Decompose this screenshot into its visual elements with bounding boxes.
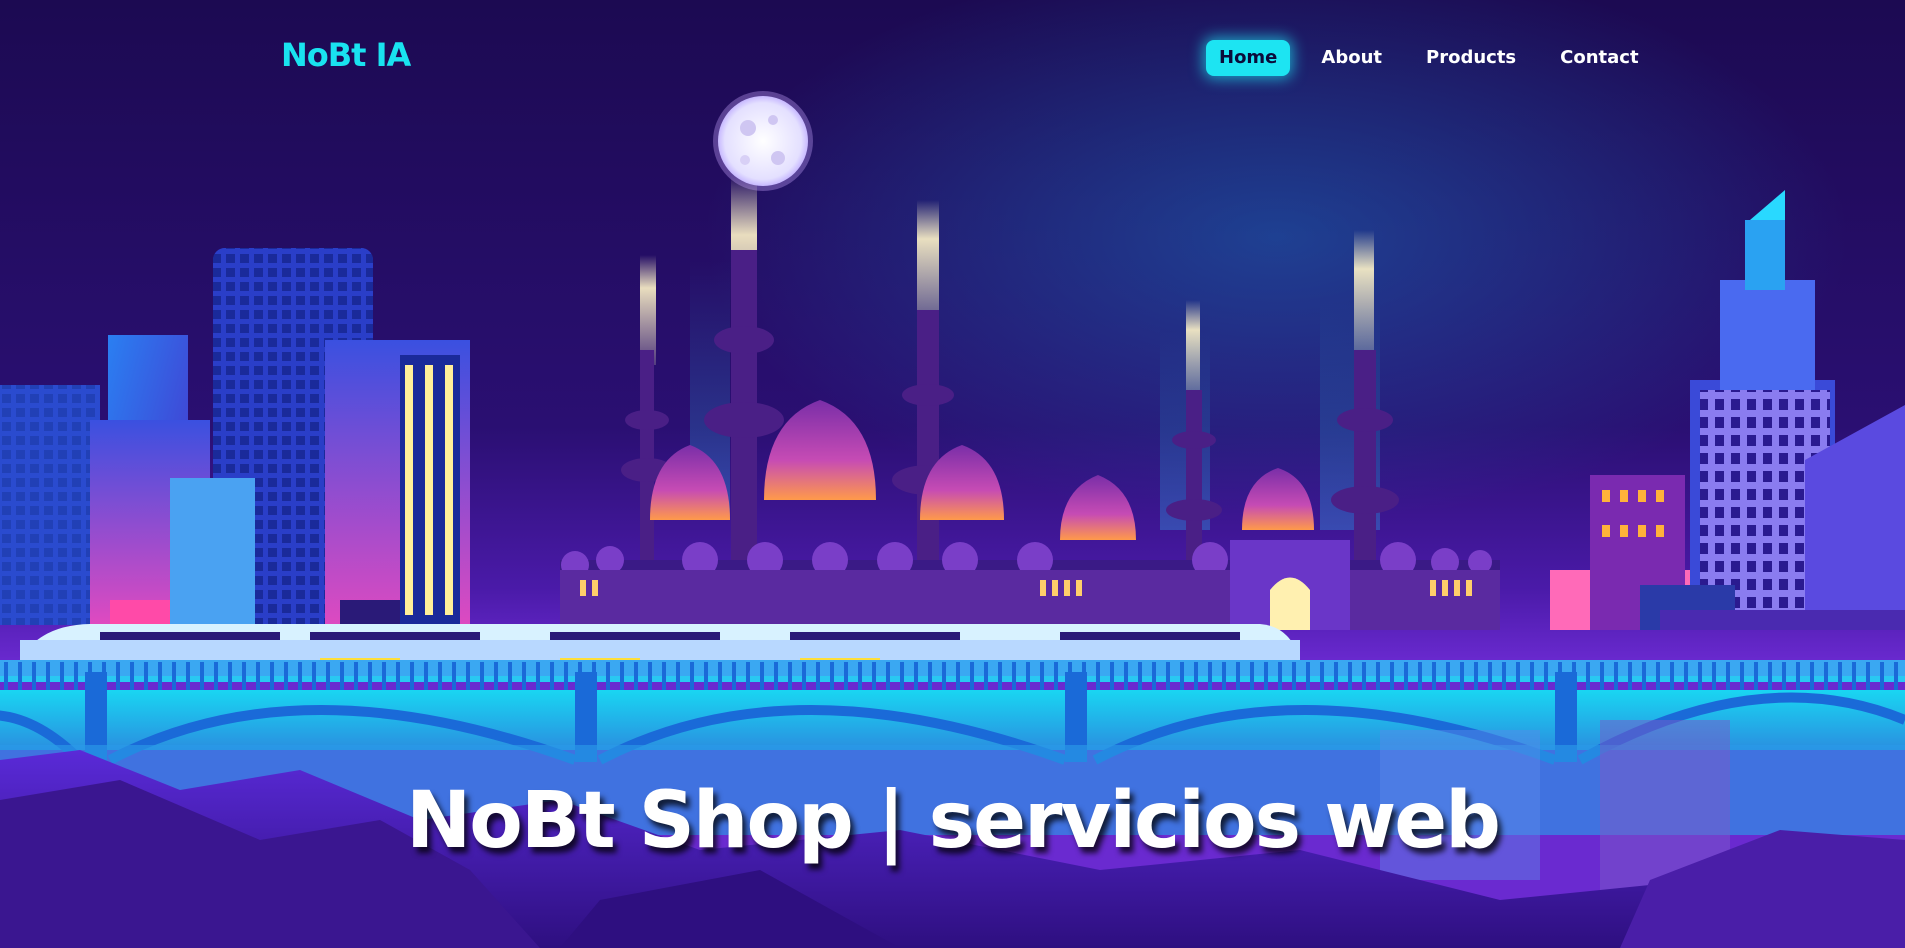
top-navbar: NoBt IA Home About Products Contact [0, 0, 1905, 116]
nav-link-home[interactable]: Home [1206, 40, 1291, 76]
nav-link-products[interactable]: Products [1413, 40, 1529, 76]
hero-title: NoBt Shop | servicios web [406, 776, 1501, 866]
nav-link-about[interactable]: About [1308, 40, 1395, 76]
nav-link-contact[interactable]: Contact [1547, 40, 1651, 76]
nav-links: Home About Products Contact [1206, 40, 1670, 76]
brand-logo[interactable]: NoBt IA [281, 36, 411, 74]
